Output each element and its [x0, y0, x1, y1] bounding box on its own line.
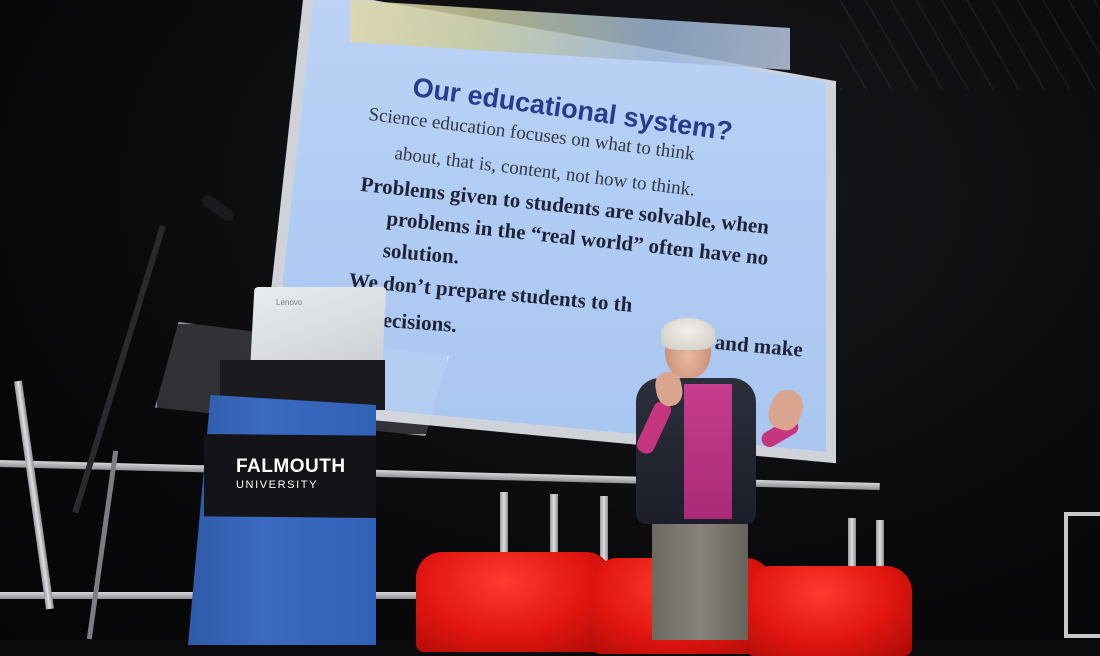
lighting-truss [840, 0, 1100, 90]
university-subtitle: UNIVERSITY [236, 479, 319, 491]
lectern [188, 395, 376, 645]
red-armchair [746, 566, 912, 656]
stage-side-frame [1064, 512, 1100, 638]
railing-post [600, 496, 608, 562]
speaker-trousers [652, 510, 748, 640]
speaker-shirt [684, 384, 732, 519]
university-name: FALMOUTH [236, 456, 346, 477]
red-armchair [416, 552, 612, 652]
laptop-brand-label: Lenovo [276, 298, 303, 307]
speaker-hair [661, 318, 715, 350]
